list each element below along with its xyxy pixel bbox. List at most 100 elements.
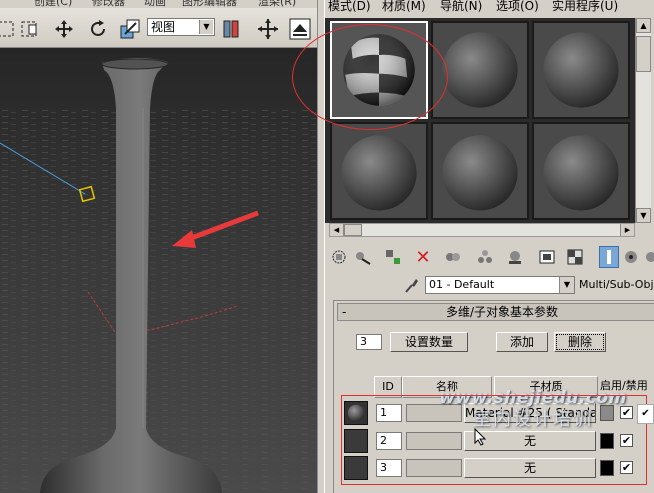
- submaterial-preview[interactable]: [344, 401, 368, 425]
- chevron-down-icon: ▼: [199, 20, 213, 34]
- scale-icon[interactable]: [118, 18, 142, 40]
- menu-animation[interactable]: 动画: [144, 0, 166, 8]
- gray-sphere-icon: [433, 124, 527, 218]
- material-id-channel-icon[interactable]: [537, 246, 557, 268]
- sample-slot-2[interactable]: [431, 21, 529, 119]
- app-root: 创建(C) 修改器 动画 图形编辑器 渲染(R) 视图 ▼ 模式(D) 材质(M…: [0, 0, 654, 493]
- submaterial-id-field[interactable]: 3: [376, 459, 402, 477]
- menu-options[interactable]: 选项(O): [496, 0, 539, 14]
- place-icon[interactable]: [256, 18, 280, 40]
- check-all-icon[interactable]: ✔: [637, 404, 654, 424]
- submaterial-name-field[interactable]: [406, 459, 462, 477]
- submaterial-enabled-checkbox[interactable]: ✔: [620, 406, 633, 419]
- rollout-header[interactable]: - 多维/子对象基本参数: [337, 303, 654, 321]
- select-object-icon[interactable]: [0, 18, 18, 40]
- menu-mode[interactable]: 模式(D): [328, 0, 371, 14]
- scroll-up-icon[interactable]: ▲: [636, 18, 651, 33]
- scroll-thumb[interactable]: [344, 224, 362, 236]
- material-editor-menubar: 模式(D) 材质(M) 导航(N) 选项(O) 实用程序(U): [325, 0, 654, 14]
- sample-slot-3[interactable]: [532, 21, 630, 119]
- scroll-down-icon[interactable]: ▼: [636, 208, 651, 223]
- align-icon[interactable]: [288, 18, 312, 40]
- menu-material[interactable]: 材质(M): [382, 0, 426, 14]
- scroll-left-icon[interactable]: ◀: [330, 224, 344, 236]
- material-editor: 模式(D) 材质(M) 导航(N) 选项(O) 实用程序(U) ▲ ▼ ◀ ▶ …: [325, 0, 654, 493]
- make-unique-icon[interactable]: [475, 246, 495, 268]
- menu-navigation[interactable]: 导航(N): [440, 0, 482, 14]
- submaterial-preview[interactable]: [344, 456, 368, 480]
- material-name-value: 01 - Default: [429, 278, 495, 291]
- submaterial-id-field[interactable]: 2: [376, 432, 402, 450]
- submaterial-count-field[interactable]: 3: [356, 334, 382, 350]
- submaterial-button[interactable]: 无: [464, 458, 596, 478]
- eyedropper-icon[interactable]: [403, 276, 421, 294]
- sample-slot-5[interactable]: [431, 122, 529, 220]
- show-shaded-icon[interactable]: [565, 246, 585, 268]
- viewport-panel: 创建(C) 修改器 动画 图形编辑器 渲染(R) 视图 ▼: [0, 0, 317, 493]
- scroll-thumb[interactable]: [636, 36, 651, 72]
- main-toolbar: 视图 ▼: [0, 8, 317, 48]
- submaterial-preview[interactable]: [344, 429, 368, 453]
- submaterial-row: 1 Material #25 ( Standard ) ✔: [340, 401, 654, 425]
- submaterial-enabled-checkbox[interactable]: ✔: [620, 434, 633, 447]
- material-type-button[interactable]: Multi/Sub-Object: [579, 276, 654, 294]
- gray-sphere-icon: [332, 124, 426, 218]
- add-button[interactable]: 添加: [496, 332, 548, 352]
- delete-button[interactable]: 删除: [554, 332, 606, 352]
- assign-to-selection-icon[interactable]: [383, 246, 403, 268]
- submaterial-id-field[interactable]: 1: [376, 404, 402, 422]
- material-editor-toolbar: ✕: [325, 246, 654, 270]
- select-region-icon[interactable]: [18, 18, 42, 40]
- copy-material-icon[interactable]: [443, 246, 463, 268]
- column-submaterial-header[interactable]: 子材质: [494, 376, 598, 398]
- submaterial-row: 2 无 ✔: [340, 429, 654, 453]
- scroll-right-icon[interactable]: ▶: [620, 224, 634, 236]
- menu-modifiers[interactable]: 修改器: [92, 0, 125, 8]
- put-to-library-icon[interactable]: [505, 246, 525, 268]
- reference-coordinate-dropdown[interactable]: 视图 ▼: [147, 18, 215, 36]
- chevron-down-icon[interactable]: ▼: [559, 277, 574, 293]
- gray-sphere-icon: [534, 23, 628, 117]
- pivot-icon[interactable]: [220, 18, 244, 40]
- checker-sphere-icon: [332, 23, 426, 117]
- go-forward-icon[interactable]: [641, 246, 654, 268]
- delete-icon[interactable]: ✕: [413, 246, 433, 268]
- put-to-scene-icon[interactable]: [353, 246, 373, 268]
- submaterial-button[interactable]: Material #25 ( Standard ): [464, 403, 596, 423]
- panel-splitter[interactable]: [317, 0, 325, 493]
- submaterial-color-swatch[interactable]: [600, 460, 614, 476]
- go-to-parent-icon[interactable]: [621, 246, 641, 268]
- submaterial-name-field[interactable]: [406, 432, 462, 450]
- sample-slot-4[interactable]: [330, 122, 428, 220]
- submaterial-button[interactable]: 无: [464, 431, 596, 451]
- collapse-icon: -: [342, 305, 347, 319]
- material-name-field[interactable]: 01 - Default ▼: [425, 276, 575, 294]
- submaterial-color-swatch[interactable]: [600, 405, 614, 421]
- column-name-header[interactable]: 名称: [402, 376, 492, 398]
- sample-slot-6[interactable]: [532, 122, 630, 220]
- slots-vertical-scrollbar[interactable]: ▲ ▼: [635, 18, 651, 223]
- get-material-icon[interactable]: [329, 246, 349, 268]
- submaterial-enabled-checkbox[interactable]: ✔: [620, 461, 633, 474]
- menu-create[interactable]: 创建(C): [34, 0, 72, 8]
- multi-sub-object-rollout: - 多维/子对象基本参数 3 设置数量 添加 删除 ID 名称 子材质 启用/禁…: [333, 300, 654, 493]
- submaterial-color-swatch[interactable]: [600, 433, 614, 449]
- gray-sphere-icon: [345, 402, 367, 424]
- gray-sphere-icon: [433, 23, 527, 117]
- main-menubar: 创建(C) 修改器 动画 图形编辑器 渲染(R): [0, 0, 317, 8]
- menu-graph-editors[interactable]: 图形编辑器: [182, 0, 237, 8]
- submaterial-row: 3 无 ✔: [340, 456, 654, 480]
- rollout-title: 多维/子对象基本参数: [446, 305, 559, 319]
- menu-utilities[interactable]: 实用程序(U): [552, 0, 618, 14]
- menu-rendering[interactable]: 渲染(R): [258, 0, 296, 8]
- column-id-header[interactable]: ID: [374, 376, 402, 398]
- move-icon[interactable]: [52, 18, 76, 40]
- rotate-icon[interactable]: [86, 18, 110, 40]
- show-end-result-icon[interactable]: [599, 246, 619, 268]
- slots-horizontal-scrollbar[interactable]: ◀ ▶: [329, 223, 635, 237]
- perspective-viewport[interactable]: [0, 48, 317, 493]
- submaterial-name-field[interactable]: [406, 404, 462, 422]
- sample-slots: [325, 18, 635, 223]
- set-number-button[interactable]: 设置数量: [390, 332, 468, 352]
- sample-slot-1[interactable]: [330, 21, 428, 119]
